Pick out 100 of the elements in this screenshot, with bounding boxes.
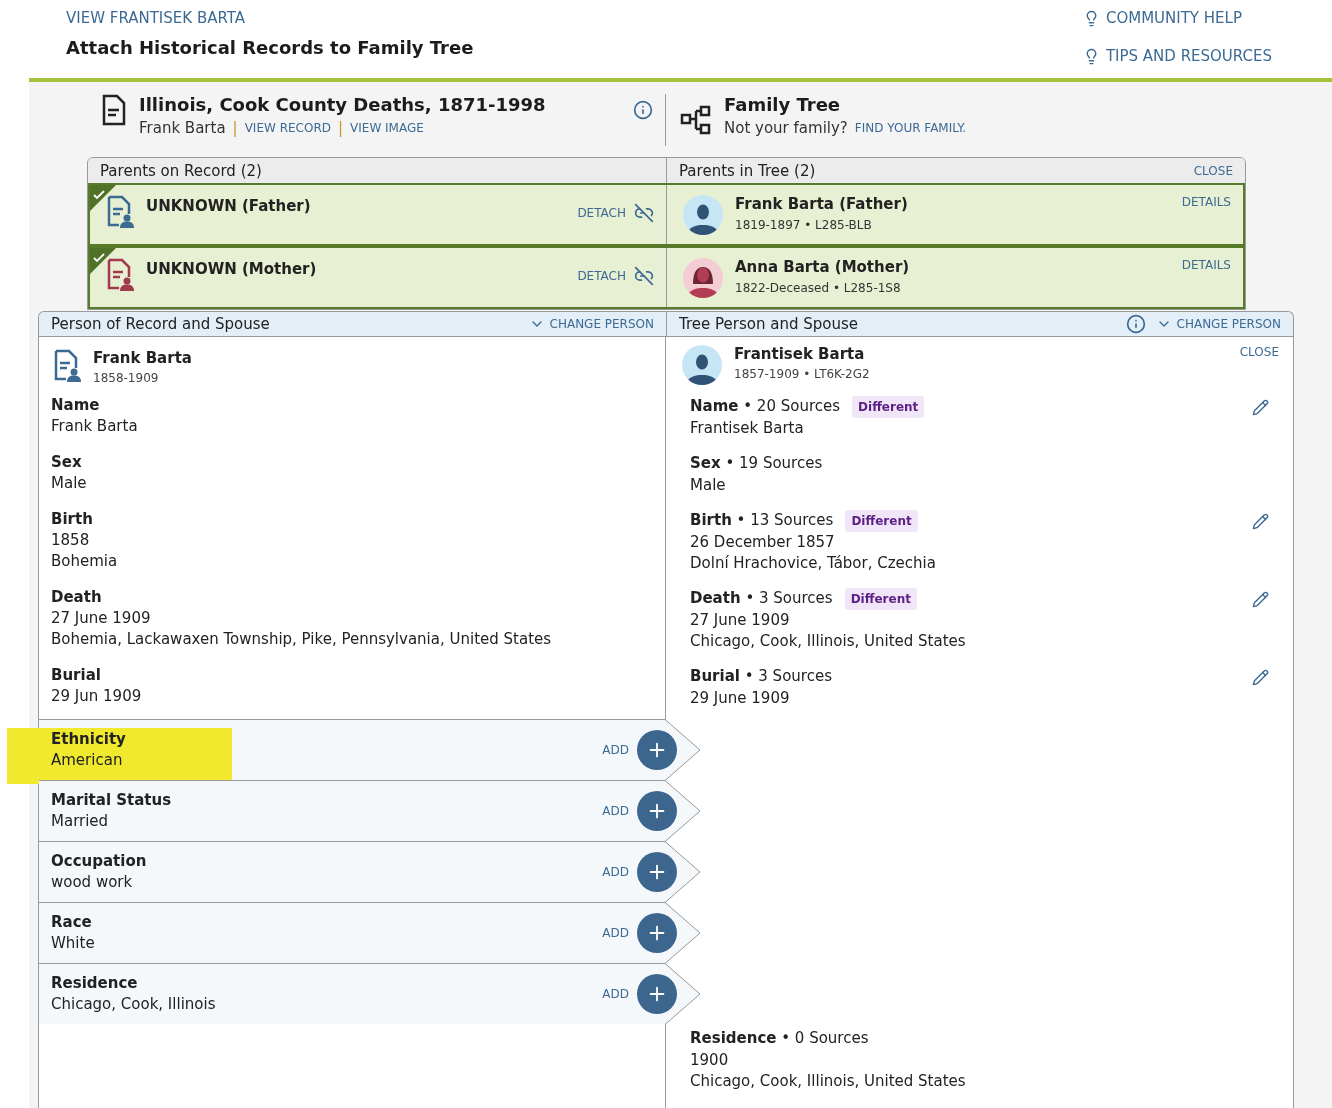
help-link[interactable]: TIPS AND RESOURCES [1082, 47, 1272, 65]
edit-icon[interactable] [1252, 399, 1269, 416]
fact-value: Male [690, 475, 727, 496]
fact-heading: Birth • 13 Sources [690, 510, 834, 531]
parent-name: UNKNOWN (Mother) [146, 259, 317, 278]
fact-value: Male [51, 473, 88, 494]
fact-value: 1858 [51, 530, 91, 551]
fact-value: Chicago, Cook, Illinois, United States [690, 631, 966, 652]
section-heading: Parents in Tree (2) [679, 161, 816, 180]
fact-value: Frantisek Barta [690, 418, 805, 439]
record-person-icon [106, 258, 134, 292]
fact-heading: Burial • 3 Sources [690, 666, 832, 687]
fact-value: 26 December 1857 [690, 532, 836, 553]
page-title: Attach Historical Records to Family Tree [66, 37, 474, 58]
fact-value: 29 June 1909 [690, 688, 791, 709]
add-button[interactable] [637, 974, 677, 1014]
parent-info: 1822-Deceased • L285-1S8 [735, 281, 902, 295]
edit-icon[interactable] [1252, 513, 1269, 530]
record-link[interactable]: VIEW IMAGE [350, 121, 424, 135]
fact-heading: Residence • 0 Sources [690, 1029, 869, 1047]
help-link[interactable]: COMMUNITY HELP [1082, 9, 1272, 27]
fact-heading: Sex • 19 Sources [690, 453, 823, 474]
avatar-icon [683, 258, 723, 298]
record-person-icon [53, 349, 81, 383]
fact-label: Name [51, 395, 101, 416]
document-icon [101, 94, 127, 126]
info-icon[interactable] [633, 100, 653, 120]
fact-value: 1900 [690, 1050, 730, 1071]
edit-icon[interactable] [1252, 669, 1269, 686]
find-family-link[interactable]: FIND YOUR FAMILY. [854, 121, 967, 135]
detach-button[interactable]: DETACH [577, 203, 654, 223]
fact-label: Death [51, 587, 103, 608]
avatar-icon [682, 345, 722, 385]
person-info: 1857-1909 • LT6K-2G2 [734, 367, 870, 381]
fact-value: American [51, 750, 124, 771]
add-button[interactable] [637, 791, 677, 831]
fact-label: Birth [51, 509, 94, 530]
fact-value: White [51, 933, 96, 954]
section-heading: Parents on Record (2) [100, 161, 262, 180]
edit-icon[interactable] [1252, 591, 1269, 608]
fact-value: Bohemia, Lackawaxen Township, Pike, Pennsylvania, United States [51, 629, 553, 650]
change-person-link[interactable]: CHANGE PERSON [528, 316, 654, 332]
fact-value: Frank Barta [51, 416, 139, 437]
fact-value: Chicago, Cook, Illinois [51, 994, 217, 1015]
person-dates: 1858-1909 [93, 371, 160, 385]
close-link[interactable]: CLOSE [1239, 345, 1279, 359]
details-link[interactable]: DETAILS [1181, 258, 1231, 272]
different-badge: Different [845, 509, 918, 532]
parent-name: Frank Barta (Father) [735, 195, 908, 213]
avatar-icon [683, 195, 723, 235]
unlink-icon [634, 203, 654, 223]
section-heading: Person of Record and Spouse [51, 315, 270, 333]
fact-value: 27 June 1909 [690, 610, 791, 631]
person-name: Frank Barta [93, 349, 192, 367]
different-badge: Different [844, 587, 917, 610]
add-link[interactable]: ADD [602, 987, 629, 1001]
record-person-name: Frank Barta [139, 119, 226, 137]
info-icon[interactable] [1125, 314, 1146, 334]
fact-value: wood work [51, 872, 134, 893]
parent-name: Anna Barta (Mother) [735, 258, 910, 276]
add-button[interactable] [637, 852, 677, 892]
change-person-link[interactable]: CHANGE PERSON [1155, 316, 1281, 332]
close-link[interactable]: CLOSE [1193, 163, 1233, 178]
record-link[interactable]: VIEW RECORD [244, 121, 331, 135]
fact-heading: Death • 3 Sources [690, 588, 833, 609]
parent-name: UNKNOWN (Father) [146, 196, 311, 215]
tree-icon [680, 104, 712, 136]
add-link[interactable]: ADD [602, 743, 629, 757]
fact-label: Residence [51, 973, 139, 994]
unlink-icon [634, 266, 654, 286]
section-heading: Tree Person and Spouse [679, 315, 858, 333]
separator: | [338, 119, 344, 137]
fact-value: Dolní Hrachovice, Tábor, Czechia [690, 553, 936, 574]
fact-value: Married [51, 811, 110, 832]
person-name: Frantisek Barta [734, 345, 866, 363]
details-link[interactable]: DETAILS [1181, 195, 1231, 209]
tree-title: Family Tree [724, 94, 842, 115]
add-link[interactable]: ADD [602, 926, 629, 940]
breadcrumb-link[interactable]: VIEW FRANTISEK BARTA [66, 9, 474, 27]
fact-value: 29 Jun 1909 [51, 686, 143, 707]
fact-heading: Name • 20 Sources [690, 396, 841, 417]
record-title: Illinois, Cook County Deaths, 1871-1998 [139, 94, 547, 115]
add-button[interactable] [637, 730, 677, 770]
fact-label: Race [51, 912, 93, 933]
add-button[interactable] [637, 913, 677, 953]
fact-value: Chicago, Cook, Illinois, United States [690, 1071, 967, 1092]
record-person-icon [106, 195, 134, 229]
fact-label: Marital Status [51, 790, 173, 811]
detach-button[interactable]: DETACH [577, 266, 654, 286]
fact-label: Sex [51, 452, 83, 473]
add-link[interactable]: ADD [602, 865, 629, 879]
tree-prompt: Not your family? [724, 119, 848, 137]
fact-value: 27 June 1909 [51, 608, 152, 629]
separator: | [232, 119, 238, 137]
fact-label: Ethnicity [51, 729, 127, 750]
add-link[interactable]: ADD [602, 804, 629, 818]
different-badge: Different [852, 395, 925, 418]
parent-info: 1819-1897 • L285-BLB [735, 218, 873, 232]
fact-label: Burial [51, 665, 102, 686]
fact-label: Occupation [51, 851, 148, 872]
